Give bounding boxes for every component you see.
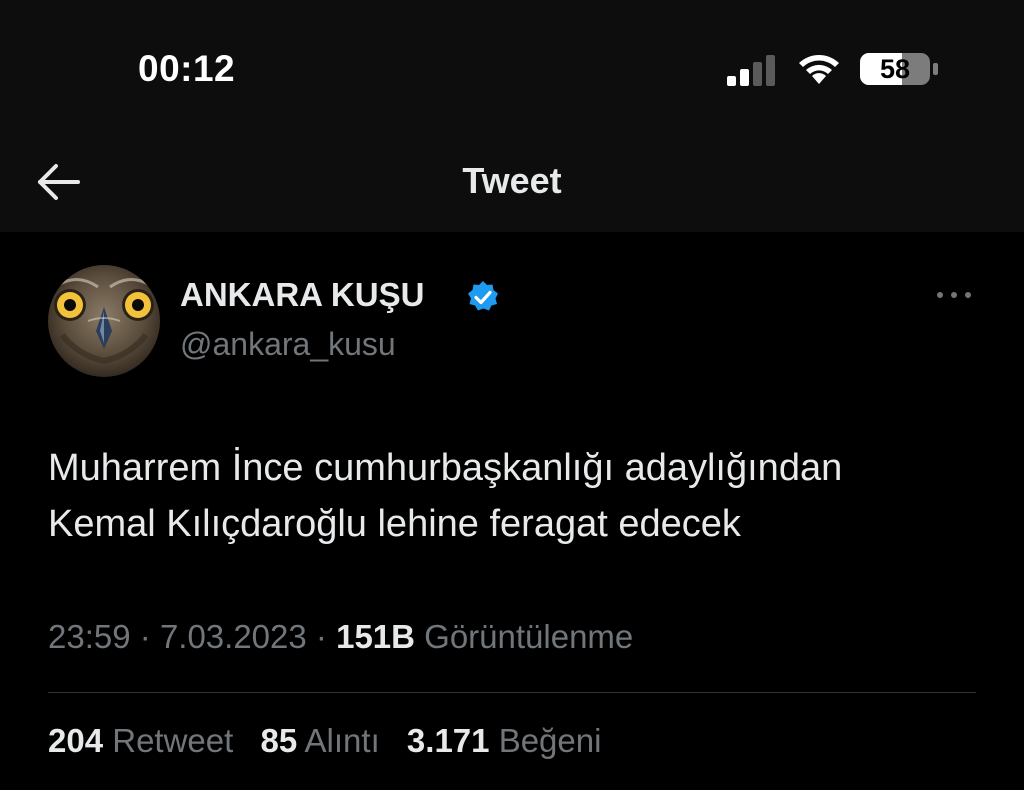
retweets-stat[interactable]: 204 Retweet [48,722,233,760]
meta-separator: · [315,618,327,655]
page-title: Tweet [462,160,562,201]
owl-avatar [48,265,160,377]
signal-icon [727,55,775,86]
author-name[interactable]: ANKARA KUŞU [180,276,424,314]
more-options-button[interactable] [932,280,976,310]
quotes-label: Alıntı [304,722,380,759]
meta-separator: · [139,618,151,655]
arrow-left-icon [38,164,80,200]
likes-stat[interactable]: 3.171 Beğeni [407,722,602,760]
tweet-stats: 204 Retweet 85 Alıntı 3.171 Beğeni [48,722,619,760]
divider [48,692,976,693]
quotes-count: 85 [260,722,298,759]
likes-count: 3.171 [406,722,490,759]
wifi-icon [799,55,839,84]
views-count: 151B [336,618,415,655]
battery-icon: 58 [859,52,939,86]
tweet-text-line: Kemal Kılıçdaroğlu lehine feragat edecek [48,503,741,545]
status-time: 00:12 [138,48,236,89]
likes-label: Beğeni [498,722,602,759]
quotes-stat[interactable]: 85 Alıntı [260,722,379,760]
tweet-date[interactable]: 7.03.2023 [160,618,307,655]
battery-level: 58 [879,54,911,84]
verified-badge-icon [468,281,498,311]
tweet-time[interactable]: 23:59 [48,618,131,655]
author-avatar[interactable] [48,265,160,377]
top-bar: 00:12 58 Tweet [0,0,1024,232]
author-handle[interactable]: @ankara_kusu [180,326,396,363]
retweets-label: Retweet [112,722,234,759]
retweets-count: 204 [48,722,104,759]
views-label: Görüntülenme [424,618,634,655]
tweet-text: Muharrem İnce cumhurbaşkanlığı adaylığın… [48,440,988,552]
more-horizontal-icon [937,292,971,298]
tweet-meta: 23:59 · 7.03.2023 · 151B Görüntülenme [48,618,633,656]
back-button[interactable] [34,160,82,204]
tweet-text-line: Muharrem İnce cumhurbaşkanlığı adaylığın… [48,447,843,489]
